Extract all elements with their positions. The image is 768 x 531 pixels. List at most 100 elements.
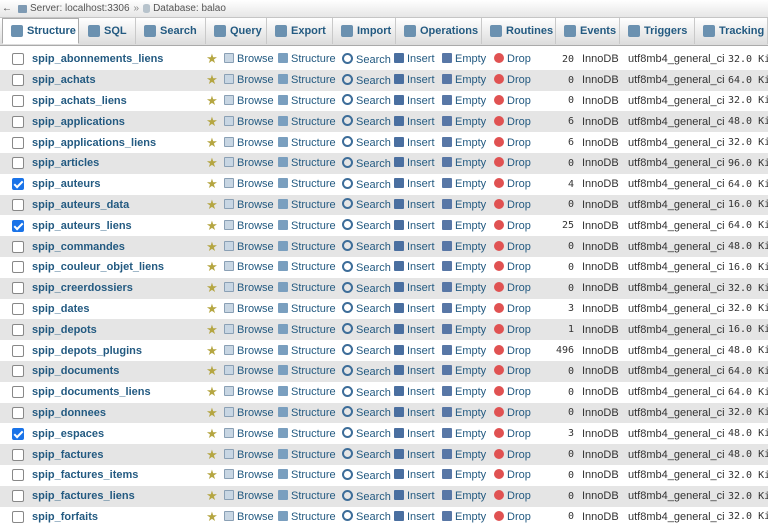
browse-link[interactable]: Browse bbox=[224, 299, 278, 320]
row-checkbox[interactable] bbox=[12, 406, 24, 419]
empty-link[interactable]: Empty bbox=[442, 340, 494, 361]
browse-link[interactable]: Browse bbox=[224, 91, 278, 112]
tab-query[interactable]: Query bbox=[206, 18, 267, 44]
search-link[interactable]: Search bbox=[342, 236, 394, 257]
browse-link[interactable]: Browse bbox=[224, 278, 278, 299]
structure-link[interactable]: Structure bbox=[278, 91, 342, 112]
insert-link[interactable]: Insert bbox=[394, 486, 442, 507]
table-name-link[interactable]: spip_espaces bbox=[26, 423, 200, 444]
empty-link[interactable]: Empty bbox=[442, 215, 494, 236]
empty-link[interactable]: Empty bbox=[442, 299, 494, 320]
row-checkbox[interactable] bbox=[12, 199, 24, 212]
browse-link[interactable]: Browse bbox=[224, 70, 278, 91]
structure-link[interactable]: Structure bbox=[278, 132, 342, 153]
breadcrumb-server[interactable]: Server: localhost:3306 bbox=[14, 3, 134, 14]
favorite-star-icon[interactable]: ★ bbox=[200, 299, 224, 320]
table-name-link[interactable]: spip_couleur_objet_liens bbox=[26, 257, 200, 278]
favorite-star-icon[interactable]: ★ bbox=[200, 49, 224, 70]
tab-operations[interactable]: Operations bbox=[396, 18, 482, 44]
favorite-star-icon[interactable]: ★ bbox=[200, 195, 224, 216]
search-link[interactable]: Search bbox=[342, 111, 394, 132]
drop-link[interactable]: Drop bbox=[494, 174, 548, 195]
drop-link[interactable]: Drop bbox=[494, 195, 548, 216]
browse-link[interactable]: Browse bbox=[224, 403, 278, 424]
row-checkbox[interactable] bbox=[12, 157, 24, 170]
search-link[interactable]: Search bbox=[342, 299, 394, 320]
structure-link[interactable]: Structure bbox=[278, 507, 342, 528]
structure-link[interactable]: Structure bbox=[278, 153, 342, 174]
empty-link[interactable]: Empty bbox=[442, 319, 494, 340]
browse-link[interactable]: Browse bbox=[224, 486, 278, 507]
insert-link[interactable]: Insert bbox=[394, 195, 442, 216]
browse-link[interactable]: Browse bbox=[224, 111, 278, 132]
insert-link[interactable]: Insert bbox=[394, 91, 442, 112]
search-link[interactable]: Search bbox=[342, 423, 394, 444]
browse-link[interactable]: Browse bbox=[224, 507, 278, 528]
structure-link[interactable]: Structure bbox=[278, 361, 342, 382]
row-checkbox[interactable] bbox=[12, 469, 24, 482]
drop-link[interactable]: Drop bbox=[494, 70, 548, 91]
search-link[interactable]: Search bbox=[342, 132, 394, 153]
insert-link[interactable]: Insert bbox=[394, 382, 442, 403]
empty-link[interactable]: Empty bbox=[442, 236, 494, 257]
table-name-link[interactable]: spip_documents_liens bbox=[26, 382, 200, 403]
row-checkbox[interactable] bbox=[12, 178, 24, 191]
tab-search[interactable]: Search bbox=[136, 18, 206, 44]
browse-link[interactable]: Browse bbox=[224, 49, 278, 70]
insert-link[interactable]: Insert bbox=[394, 236, 442, 257]
insert-link[interactable]: Insert bbox=[394, 153, 442, 174]
search-link[interactable]: Search bbox=[342, 382, 394, 403]
row-checkbox[interactable] bbox=[12, 219, 24, 232]
search-link[interactable]: Search bbox=[342, 403, 394, 424]
browse-link[interactable]: Browse bbox=[224, 319, 278, 340]
favorite-star-icon[interactable]: ★ bbox=[200, 382, 224, 403]
insert-link[interactable]: Insert bbox=[394, 132, 442, 153]
empty-link[interactable]: Empty bbox=[442, 465, 494, 486]
structure-link[interactable]: Structure bbox=[278, 111, 342, 132]
search-link[interactable]: Search bbox=[342, 195, 394, 216]
insert-link[interactable]: Insert bbox=[394, 70, 442, 91]
table-name-link[interactable]: spip_depots bbox=[26, 319, 200, 340]
row-checkbox[interactable] bbox=[12, 303, 24, 315]
empty-link[interactable]: Empty bbox=[442, 195, 494, 216]
search-link[interactable]: Search bbox=[342, 257, 394, 278]
structure-link[interactable]: Structure bbox=[278, 486, 342, 507]
favorite-star-icon[interactable]: ★ bbox=[200, 91, 224, 112]
insert-link[interactable]: Insert bbox=[394, 465, 442, 486]
drop-link[interactable]: Drop bbox=[494, 465, 548, 486]
structure-link[interactable]: Structure bbox=[278, 70, 342, 91]
table-name-link[interactable]: spip_achats_liens bbox=[26, 91, 200, 112]
browse-link[interactable]: Browse bbox=[224, 465, 278, 486]
drop-link[interactable]: Drop bbox=[494, 299, 548, 320]
structure-link[interactable]: Structure bbox=[278, 340, 342, 361]
empty-link[interactable]: Empty bbox=[442, 153, 494, 174]
table-name-link[interactable]: spip_auteurs_liens bbox=[26, 215, 200, 236]
structure-link[interactable]: Structure bbox=[278, 444, 342, 465]
insert-link[interactable]: Insert bbox=[394, 278, 442, 299]
table-name-link[interactable]: spip_applications_liens bbox=[26, 132, 200, 153]
structure-link[interactable]: Structure bbox=[278, 195, 342, 216]
favorite-star-icon[interactable]: ★ bbox=[200, 153, 224, 174]
drop-link[interactable]: Drop bbox=[494, 49, 548, 70]
back-arrow-icon[interactable]: ← bbox=[0, 3, 14, 14]
browse-link[interactable]: Browse bbox=[224, 444, 278, 465]
favorite-star-icon[interactable]: ★ bbox=[200, 111, 224, 132]
empty-link[interactable]: Empty bbox=[442, 361, 494, 382]
row-checkbox[interactable] bbox=[12, 427, 24, 440]
browse-link[interactable]: Browse bbox=[224, 257, 278, 278]
insert-link[interactable]: Insert bbox=[394, 299, 442, 320]
empty-link[interactable]: Empty bbox=[442, 174, 494, 195]
table-name-link[interactable]: spip_creerdossiers bbox=[26, 278, 200, 299]
row-checkbox[interactable] bbox=[12, 136, 24, 149]
row-checkbox[interactable] bbox=[12, 282, 24, 295]
breadcrumb-database[interactable]: Database: balao bbox=[139, 3, 230, 14]
tab-triggers[interactable]: Triggers bbox=[620, 18, 695, 44]
row-checkbox[interactable] bbox=[12, 261, 24, 274]
row-checkbox[interactable] bbox=[12, 95, 24, 108]
structure-link[interactable]: Structure bbox=[278, 319, 342, 340]
row-checkbox[interactable] bbox=[12, 53, 24, 66]
row-checkbox[interactable] bbox=[12, 115, 24, 128]
insert-link[interactable]: Insert bbox=[394, 319, 442, 340]
table-name-link[interactable]: spip_factures_liens bbox=[26, 486, 200, 507]
table-name-link[interactable]: spip_applications bbox=[26, 111, 200, 132]
